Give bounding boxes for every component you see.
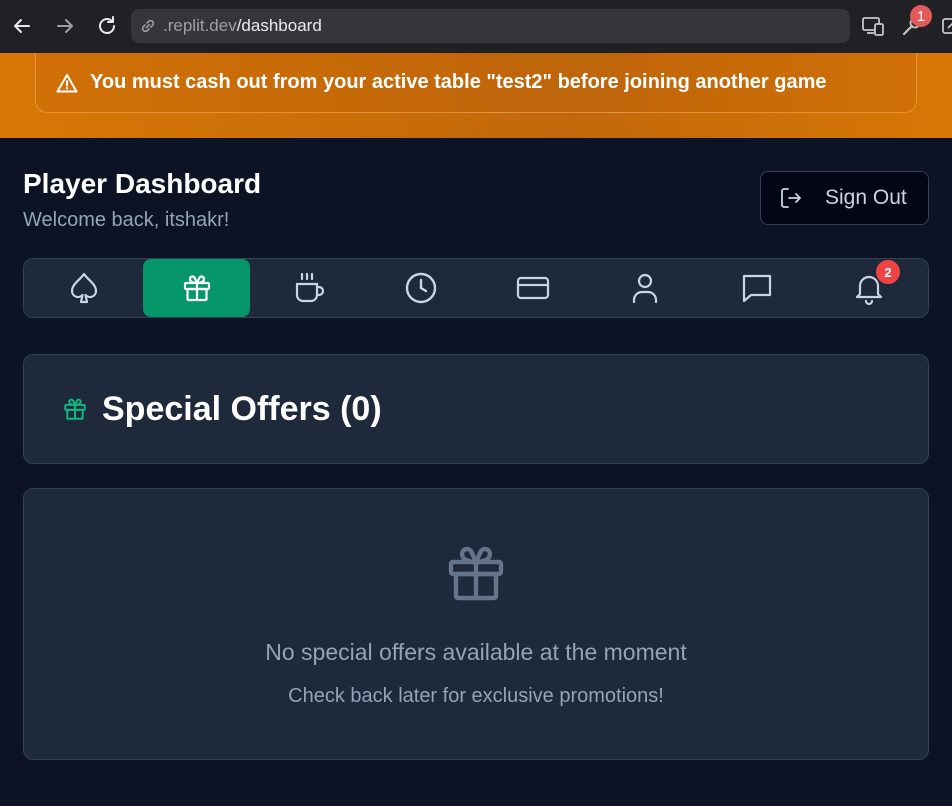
url-path: /dashboard [236,16,322,35]
tab-history[interactable] [367,259,474,317]
forward-button[interactable] [51,10,79,42]
arrow-left-icon [14,19,30,33]
link-icon [141,19,155,33]
cast-button[interactable] [859,12,887,40]
sign-out-label: Sign Out [825,186,907,209]
dashboard-tabs: 2 [23,258,929,318]
tab-payments[interactable] [479,259,586,317]
gift-icon [448,546,504,601]
warning-banner: You must cash out from your active table… [35,53,917,113]
logout-icon [781,188,801,208]
notification-badge: 2 [876,260,900,284]
url-text: .replit.dev/dashboard [163,16,322,36]
extension-button[interactable]: 1 [898,5,932,40]
tab-games[interactable] [30,259,137,317]
tab-profile[interactable] [591,259,698,317]
address-bar[interactable]: .replit.dev/dashboard [131,9,850,43]
tab-offers[interactable] [143,259,250,317]
url-host: .replit.dev [163,16,237,35]
warning-banner-area: You must cash out from your active table… [0,53,952,138]
tab-cafe[interactable] [255,259,362,317]
coffee-icon [295,272,324,303]
user-icon [632,273,657,304]
empty-message: No special offers available at the momen… [265,639,687,665]
warning-text: You must cash out from your active table… [90,71,827,93]
welcome-text: Welcome back, itshakr! [23,209,230,231]
clock-icon [405,272,436,304]
gift-icon [64,398,86,420]
tab-notifications[interactable] [815,259,922,317]
arrow-right-icon [57,19,73,33]
gift-icon [183,275,210,302]
chat-icon [742,274,771,303]
offers-title: Special Offers (0) [102,389,382,428]
devices-icon [862,17,884,36]
sign-out-button[interactable]: Sign Out [760,171,929,225]
offers-empty-card: No special offers available at the momen… [23,488,929,760]
spade-icon [70,272,97,304]
offers-header-card: Special Offers (0) [23,354,929,464]
external-icon [942,18,952,34]
browser-toolbar: .replit.dev/dashboard 1 [0,0,952,53]
empty-subtext: Check back later for exclusive promotion… [288,685,664,707]
credit-card-icon [516,276,549,300]
tab-chat[interactable] [703,259,810,317]
open-tab-button[interactable] [936,12,952,40]
warning-icon [56,73,78,92]
extension-badge: 1 [910,5,932,27]
reload-icon [99,16,115,34]
page-title: Player Dashboard [23,168,262,199]
reload-button[interactable] [93,10,121,42]
back-button[interactable] [8,10,36,42]
